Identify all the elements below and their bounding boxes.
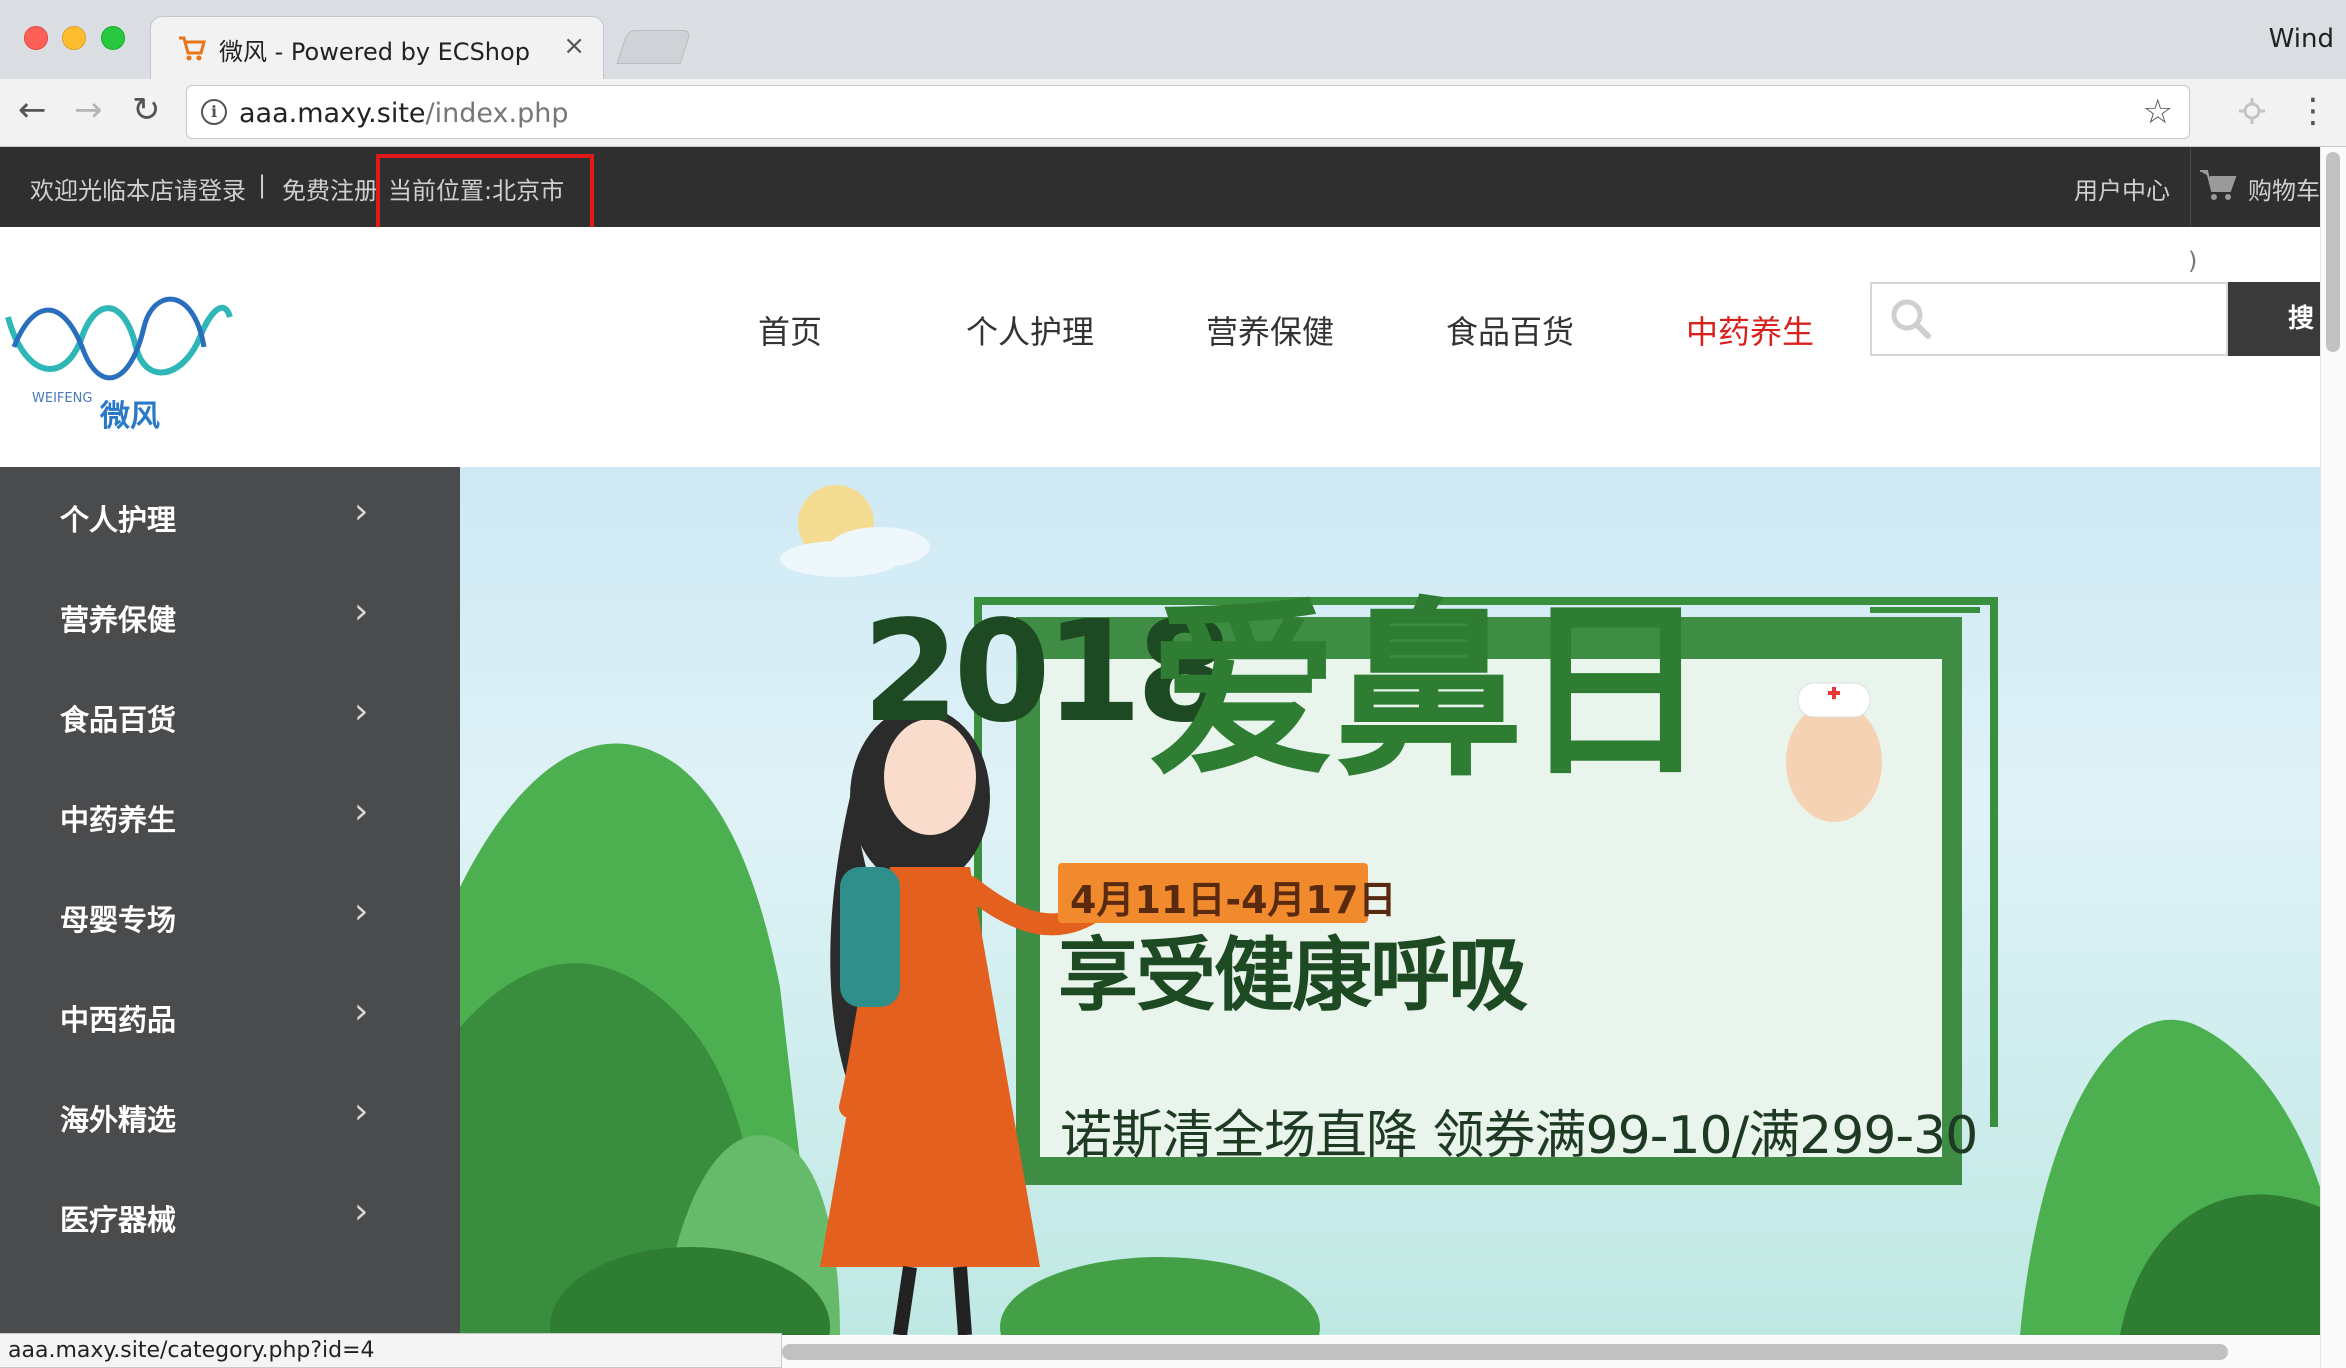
link-status-bar: aaa.maxy.site/category.php?id=4 <box>0 1333 782 1368</box>
login-link[interactable]: 欢迎光临本店请登录 <box>30 171 246 206</box>
category-item-devices[interactable]: 医疗器械 › <box>0 1167 460 1267</box>
promo-banner[interactable]: 2018 爱鼻日 4月11日-4月17日 享受健康呼吸 诺斯清全场直降 领券满9… <box>460 467 2320 1335</box>
tab-close-icon[interactable]: × <box>563 31 585 61</box>
logo-wave-icon <box>5 296 233 381</box>
category-item-medicine[interactable]: 中西药品 › <box>0 967 460 1067</box>
url-text[interactable]: aaa.maxy.site/index.php <box>239 98 568 129</box>
category-label: 海外精选 <box>60 1103 177 1137</box>
category-label: 中西药品 <box>60 1003 177 1037</box>
category-label: 医疗器械 <box>60 1203 177 1237</box>
shopping-cart-icon[interactable] <box>2198 167 2238 203</box>
category-item-personal-care[interactable]: 个人护理 › <box>0 467 460 567</box>
url-host: aaa.maxy.site <box>239 98 426 129</box>
category-item-maternal[interactable]: 母婴专场 › <box>0 867 460 967</box>
tab-title: 微风 - Powered by ECShop <box>219 38 530 66</box>
topbar-separator: | <box>258 171 267 199</box>
category-item-overseas[interactable]: 海外精选 › <box>0 1067 460 1167</box>
category-label: 个人护理 <box>60 503 177 537</box>
category-label: 中药养生 <box>60 803 177 837</box>
bookmark-star-icon[interactable]: ☆ <box>2143 92 2173 132</box>
horizontal-scroll-thumb[interactable] <box>782 1344 2228 1360</box>
extension-gear-icon[interactable] <box>2236 95 2268 127</box>
reload-icon[interactable]: ↻ <box>132 93 161 127</box>
new-tab-button[interactable] <box>616 30 692 64</box>
logo-english: WEIFENG <box>32 391 93 406</box>
chevron-right-icon: › <box>354 991 369 1032</box>
chevron-right-icon: › <box>354 891 369 932</box>
browser-tabstrip: 微风 - Powered by ECShop × Wind <box>0 0 2346 79</box>
nav-home[interactable]: 首页 <box>758 307 822 353</box>
site-header: WEIFENG 微风 首页 个人护理 营养保健 食品百货 中药养生 ) 搜 <box>0 227 2320 467</box>
register-link[interactable]: 免费注册 <box>282 171 378 206</box>
browser-menu-icon[interactable]: ⋮ <box>2296 91 2330 131</box>
category-item-tcm[interactable]: 中药养生 › <box>0 767 460 867</box>
category-label: 食品百货 <box>60 703 177 737</box>
chevron-right-icon: › <box>354 691 369 732</box>
user-center-link[interactable]: 用户中心 <box>2074 171 2170 206</box>
search-icon <box>1891 299 1931 339</box>
chevron-right-icon: › <box>354 591 369 632</box>
category-sidebar: 个人护理 › 营养保健 › 食品百货 › 中药养生 › 母婴专场 › 中西药品 … <box>0 467 460 1335</box>
banner-headline: 爱鼻日 <box>1148 581 1710 802</box>
browser-tab-active[interactable]: 微风 - Powered by ECShop × <box>150 16 604 79</box>
cart-link[interactable]: 购物车 <box>2248 171 2320 206</box>
chevron-right-icon: › <box>354 491 369 532</box>
category-label: 营养保健 <box>60 603 177 637</box>
nav-nutrition[interactable]: 营养保健 <box>1206 307 1334 353</box>
cart-favicon-icon <box>179 36 206 61</box>
vertical-scroll-thumb[interactable] <box>2326 152 2340 352</box>
chevron-right-icon: › <box>354 1191 369 1232</box>
site-topbar: 欢迎光临本店请登录 | 免费注册 当前位置:北京市 用户中心 购物车 <box>0 147 2320 227</box>
chevron-right-icon: › <box>354 1091 369 1132</box>
category-label: 母婴专场 <box>60 903 177 937</box>
address-bar[interactable]: i aaa.maxy.site/index.php ☆ <box>186 85 2190 139</box>
banner-promo: 诺斯清全场直降 领券满99-10/满299-30 <box>1060 1106 1978 1166</box>
site-logo[interactable]: WEIFENG 微风 <box>4 277 234 434</box>
maximize-window-button[interactable] <box>101 26 125 50</box>
forward-arrow-icon[interactable]: → <box>74 93 103 127</box>
search-button[interactable]: 搜 <box>2228 282 2320 356</box>
site-info-icon[interactable]: i <box>201 99 227 125</box>
nav-food[interactable]: 食品百货 <box>1446 307 1574 353</box>
window-label: Wind <box>2268 24 2334 54</box>
browser-toolbar: ← → ↻ i aaa.maxy.site/index.php ☆ ⋮ <box>0 79 2346 147</box>
topbar-divider <box>2190 147 2191 227</box>
back-arrow-icon[interactable]: ← <box>18 93 47 127</box>
category-item-nutrition[interactable]: 营养保健 › <box>0 567 460 667</box>
url-path: /index.php <box>425 98 569 129</box>
stray-character: ) <box>2188 247 2198 275</box>
chevron-right-icon: › <box>354 791 369 832</box>
minimize-window-button[interactable] <box>62 26 86 50</box>
nav-tcm[interactable]: 中药养生 <box>1686 307 1814 353</box>
search-input[interactable] <box>1870 282 2228 356</box>
close-window-button[interactable] <box>24 26 48 50</box>
category-item-food[interactable]: 食品百货 › <box>0 667 460 767</box>
logo-chinese: 微风 <box>100 399 160 434</box>
banner-subtitle: 享受健康呼吸 <box>1058 929 1528 1022</box>
nav-personal-care[interactable]: 个人护理 <box>966 307 1094 353</box>
